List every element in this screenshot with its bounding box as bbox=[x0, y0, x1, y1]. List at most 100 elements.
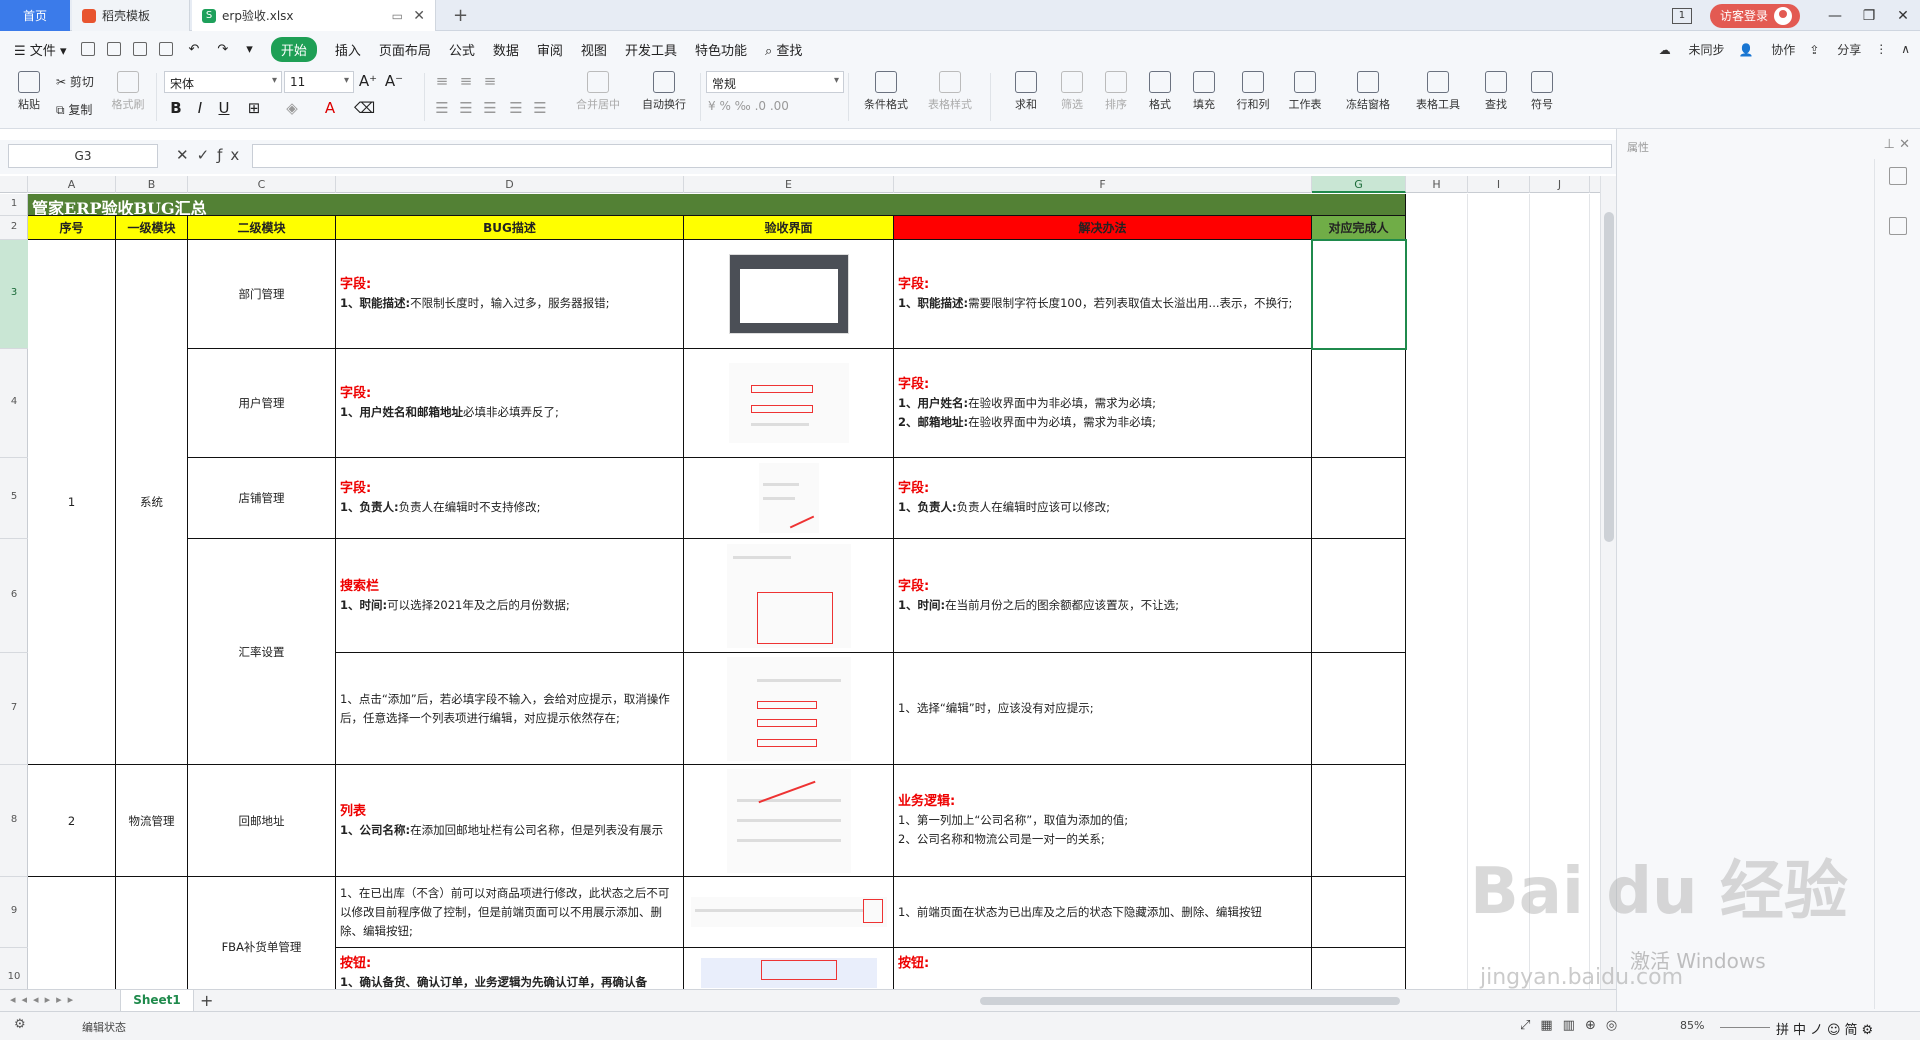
table-style-button[interactable]: 表格样式 bbox=[920, 71, 980, 112]
screenshot-cell[interactable] bbox=[684, 240, 894, 349]
solution-cell[interactable]: 业务逻辑: 1、第一列加上“公司名称”，取值为添加的值; 2、公司名称和物流公司… bbox=[894, 765, 1312, 877]
add-sheet-button[interactable]: + bbox=[200, 991, 213, 1010]
more-icon[interactable]: ⋮ bbox=[1875, 42, 1887, 56]
print-icon[interactable] bbox=[133, 42, 148, 56]
paste-button[interactable]: 粘贴 bbox=[12, 71, 46, 112]
sheet-nav-icons[interactable]: ◂◂◂▸▸▸ bbox=[10, 993, 79, 1006]
border-icon[interactable]: ⊞ bbox=[244, 99, 264, 117]
export-icon[interactable] bbox=[107, 42, 122, 56]
rowcol-button[interactable]: 行和列 bbox=[1230, 71, 1276, 112]
col-header[interactable]: D bbox=[336, 176, 684, 193]
window-mode-icon[interactable]: ▭ bbox=[392, 9, 403, 23]
minimize-icon[interactable]: — bbox=[1818, 8, 1852, 24]
login-button[interactable]: 访客登录 bbox=[1709, 3, 1800, 28]
module-cell[interactable]: 系统 bbox=[116, 240, 188, 765]
owner-cell[interactable] bbox=[1312, 539, 1406, 653]
tab-file[interactable]: Serp验收.xlsx ▭ ✕ bbox=[192, 0, 436, 31]
header-cell[interactable]: 序号 bbox=[28, 216, 116, 240]
row-header[interactable]: 5 bbox=[0, 458, 28, 539]
screenshot-cell[interactable] bbox=[684, 948, 894, 989]
solution-cell[interactable]: 1、选择“编辑”时，应该没有对应提示; bbox=[894, 653, 1312, 765]
bug-desc-cell[interactable]: 列表 1、公司名称:在添加回邮地址栏有公司名称，但是列表没有展示 bbox=[336, 765, 684, 877]
worksheet-button[interactable]: 工作表 bbox=[1282, 71, 1328, 112]
row-header[interactable]: 9 bbox=[0, 877, 28, 948]
align-center-icon[interactable]: ☰ bbox=[456, 99, 476, 117]
screenshot-cell[interactable] bbox=[684, 877, 894, 948]
col-header[interactable]: F bbox=[894, 176, 1312, 193]
submodule-cell[interactable]: 部门管理 bbox=[188, 240, 336, 349]
settings-sliders-icon[interactable] bbox=[1889, 217, 1907, 235]
seq-cell[interactable]: 1 bbox=[28, 240, 116, 765]
bold-icon[interactable]: B bbox=[166, 99, 186, 117]
menu-review[interactable]: 审阅 bbox=[537, 40, 563, 59]
row-header[interactable]: 4 bbox=[0, 349, 28, 458]
number-format-select[interactable]: 常规 bbox=[706, 71, 844, 93]
row-header[interactable]: 6 bbox=[0, 539, 28, 653]
format-button[interactable]: 格式 bbox=[1140, 71, 1180, 112]
share-button[interactable]: ⇪ 分享 bbox=[1809, 41, 1861, 58]
distribute-icon[interactable]: ☰ bbox=[530, 99, 550, 117]
font-size-select[interactable]: 11 bbox=[284, 71, 354, 93]
freeze-button[interactable]: 冻结窗格 bbox=[1338, 71, 1398, 112]
solution-cell[interactable]: 字段: 1、时间:在当前月份之后的图余额都应该置灰，不让选; bbox=[894, 539, 1312, 653]
empty-column[interactable] bbox=[1406, 194, 1468, 989]
owner-cell[interactable] bbox=[1312, 877, 1406, 948]
submodule-cell[interactable]: 汇率设置 bbox=[188, 539, 336, 765]
cond-format-button[interactable]: 条件格式 bbox=[856, 71, 916, 112]
save-icon[interactable] bbox=[81, 42, 96, 56]
menu-search[interactable]: ⌕ 查找 bbox=[765, 40, 802, 59]
bug-desc-cell[interactable]: 字段: 1、职能描述:不限制长度时，输入过多，服务器报错; bbox=[336, 240, 684, 349]
menu-data[interactable]: 数据 bbox=[493, 40, 519, 59]
align-middle-icon[interactable]: ≡ bbox=[456, 72, 476, 90]
header-cell[interactable]: 验收界面 bbox=[684, 216, 894, 240]
preview-icon[interactable] bbox=[159, 42, 174, 56]
page-count-icon[interactable]: 1 bbox=[1671, 7, 1692, 24]
row-header[interactable]: 7 bbox=[0, 653, 28, 765]
screenshot-cell[interactable] bbox=[684, 539, 894, 653]
col-header[interactable]: I bbox=[1468, 176, 1530, 193]
font-name-select[interactable]: 宋体 bbox=[164, 71, 282, 93]
view-mode-icons[interactable]: ⤢▦▥⊕◎ bbox=[1520, 1018, 1627, 1033]
bug-desc-cell[interactable]: 1、在已出库（不含）前可以对商品项进行修改，此状态之后不可以修改目前程序做了控制… bbox=[336, 877, 684, 948]
sheet-tab[interactable]: Sheet1 bbox=[120, 990, 194, 1012]
menu-special[interactable]: 特色功能 bbox=[695, 40, 747, 59]
select-all-corner[interactable] bbox=[0, 176, 28, 193]
pane-controls[interactable]: ⊥ ✕ bbox=[1884, 137, 1910, 152]
header-cell[interactable]: 对应完成人 bbox=[1312, 216, 1406, 240]
screenshot-cell[interactable] bbox=[684, 458, 894, 539]
row-header[interactable]: 3 bbox=[0, 240, 28, 349]
menu-developer[interactable]: 开发工具 bbox=[625, 40, 677, 59]
fill-button[interactable]: 填充 bbox=[1184, 71, 1224, 112]
solution-cell[interactable]: 按钮: bbox=[894, 948, 1312, 989]
module-cell[interactable] bbox=[116, 877, 188, 989]
font-color-icon[interactable]: A bbox=[320, 99, 340, 117]
module-cell[interactable]: 物流管理 bbox=[116, 765, 188, 877]
menu-page-layout[interactable]: 页面布局 bbox=[379, 40, 431, 59]
zoom-slider[interactable] bbox=[1720, 1027, 1770, 1028]
align-top-icon[interactable]: ≡ bbox=[432, 72, 452, 90]
bug-desc-cell[interactable]: 按钮: 1、确认备货、确认订单，业务逻辑为先确认订单，再确认备 bbox=[336, 948, 684, 989]
submodule-cell[interactable]: FBA补货单管理 bbox=[188, 877, 336, 989]
new-tab-button[interactable]: + bbox=[453, 5, 468, 26]
header-cell[interactable]: 解决办法 bbox=[894, 216, 1312, 240]
align-right-icon[interactable]: ☰ bbox=[480, 99, 500, 117]
font-shrink-icon[interactable]: A⁻ bbox=[384, 72, 404, 90]
col-header[interactable]: E bbox=[684, 176, 894, 193]
filter-button[interactable]: 筛选 bbox=[1052, 71, 1092, 112]
horizontal-scroll-thumb[interactable] bbox=[980, 997, 1400, 1005]
symbol-button[interactable]: 符号 bbox=[1522, 71, 1562, 112]
fill-color-icon[interactable]: ◈ bbox=[282, 99, 302, 117]
clear-icon[interactable]: ⌫ bbox=[354, 99, 375, 117]
row-header[interactable]: 2 bbox=[0, 216, 28, 240]
format-painter-button[interactable]: 格式刷 bbox=[108, 71, 148, 112]
sort-button[interactable]: 排序 bbox=[1096, 71, 1136, 112]
table-tools-button[interactable]: 表格工具 bbox=[1408, 71, 1468, 112]
pointer-icon[interactable] bbox=[1889, 167, 1907, 185]
font-grow-icon[interactable]: A⁺ bbox=[358, 72, 378, 90]
col-header[interactable]: H bbox=[1406, 176, 1468, 193]
submodule-cell[interactable]: 用户管理 bbox=[188, 349, 336, 458]
sum-button[interactable]: 求和 bbox=[1006, 71, 1046, 112]
wrap-button[interactable]: 自动换行 bbox=[636, 71, 692, 112]
screenshot-cell[interactable] bbox=[684, 349, 894, 458]
solution-cell[interactable]: 1、前端页面在状态为已出库及之后的状态下隐藏添加、删除、编辑按钮 bbox=[894, 877, 1312, 948]
